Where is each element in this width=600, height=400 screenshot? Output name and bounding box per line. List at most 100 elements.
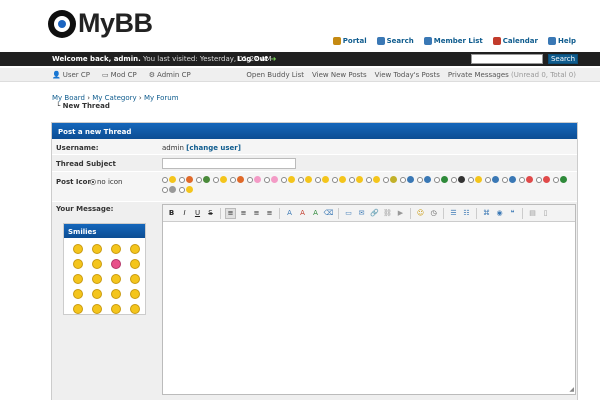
post-icon-option[interactable] xyxy=(281,176,295,183)
post-icon-radio[interactable] xyxy=(281,176,287,183)
post-icon-option[interactable] xyxy=(179,186,193,193)
quote-button[interactable]: ❝ xyxy=(507,208,518,219)
post-icon-option[interactable] xyxy=(519,176,533,183)
smiley-icon[interactable] xyxy=(73,274,83,284)
bullet-list-button[interactable]: ☰ xyxy=(448,208,459,219)
post-icon-option[interactable] xyxy=(502,176,516,183)
breadcrumb-category[interactable]: My Category xyxy=(92,94,136,102)
smiley-icon[interactable] xyxy=(92,289,102,299)
post-icon-radio[interactable] xyxy=(468,176,474,183)
post-icon-radio[interactable] xyxy=(366,176,372,183)
post-icon-radio[interactable] xyxy=(230,176,236,183)
no-icon-radio[interactable] xyxy=(90,179,96,185)
remove-format-button[interactable]: ⌫ xyxy=(323,208,334,219)
smiley-icon[interactable] xyxy=(111,274,121,284)
post-icon-radio[interactable] xyxy=(298,176,304,183)
smiley-icon[interactable] xyxy=(111,259,121,269)
font-button[interactable]: A xyxy=(284,208,295,219)
post-icon-radio[interactable] xyxy=(179,176,185,183)
ordered-list-button[interactable]: ☷ xyxy=(461,208,472,219)
source-button[interactable]: ▤ xyxy=(527,208,538,219)
smiley-icon[interactable] xyxy=(111,289,121,299)
post-icon-option[interactable] xyxy=(179,176,193,183)
align-left-button[interactable]: ≡ xyxy=(225,207,236,219)
php-button[interactable]: ◉ xyxy=(494,208,505,219)
post-icon-radio[interactable] xyxy=(383,176,389,183)
post-icon-radio[interactable] xyxy=(264,176,270,183)
post-icon-option[interactable] xyxy=(196,176,210,183)
toplink-help[interactable]: Help xyxy=(547,37,576,45)
post-icon-option[interactable] xyxy=(247,176,261,183)
post-icon-option[interactable] xyxy=(315,176,329,183)
smiley-icon[interactable] xyxy=(92,259,102,269)
italic-button[interactable]: I xyxy=(179,208,190,219)
user-cp-link[interactable]: 👤 User CP xyxy=(52,71,90,79)
align-center-button[interactable]: ≡ xyxy=(238,208,249,219)
smiley-icon[interactable] xyxy=(111,244,121,254)
smiley-button[interactable]: ☺ xyxy=(415,208,426,219)
post-icon-option[interactable] xyxy=(468,176,482,183)
post-icon-option[interactable] xyxy=(230,176,244,183)
post-icon-option[interactable] xyxy=(485,176,499,183)
view-new-posts-link[interactable]: View New Posts xyxy=(312,71,367,79)
toplink-search[interactable]: Search xyxy=(376,37,414,45)
post-icon-option[interactable] xyxy=(434,176,448,183)
color-button[interactable]: A xyxy=(310,208,321,219)
smiley-icon[interactable] xyxy=(130,274,140,284)
post-icon-option[interactable] xyxy=(383,176,397,183)
date-button[interactable]: ◷ xyxy=(428,208,439,219)
post-icon-option[interactable] xyxy=(298,176,312,183)
post-icon-radio[interactable] xyxy=(162,186,168,193)
toplink-calendar[interactable]: Calendar xyxy=(492,37,538,45)
post-icon-radio[interactable] xyxy=(536,176,542,183)
align-right-button[interactable]: ≡ xyxy=(251,208,262,219)
video-button[interactable]: ▶ xyxy=(395,208,406,219)
subject-input[interactable] xyxy=(162,158,296,169)
mod-cp-link[interactable]: ▭ Mod CP xyxy=(102,71,137,79)
smiley-icon[interactable] xyxy=(92,274,102,284)
post-icon-radio[interactable] xyxy=(349,176,355,183)
post-icon-option[interactable] xyxy=(162,176,176,183)
smiley-icon[interactable] xyxy=(130,304,140,314)
justify-button[interactable]: ≡ xyxy=(264,208,275,219)
post-icon-option[interactable] xyxy=(264,176,278,183)
post-icon-radio[interactable] xyxy=(213,176,219,183)
smiley-icon[interactable] xyxy=(73,304,83,314)
unlink-button[interactable]: ⛓ xyxy=(382,208,393,219)
resize-handle-icon[interactable]: ◢ xyxy=(569,386,574,393)
message-editor[interactable]: B I U S ≡ ≡ ≡ ≡ A A A ⌫ ▭ ✉ 🔗 ⛓ ▶ ☺ ◷ ☰ ☷ ⌘ ◉ ❝ ▤ ▯ ◢ xyxy=(162,204,576,395)
bold-button[interactable]: B xyxy=(166,208,177,219)
strike-button[interactable]: S xyxy=(205,208,216,219)
email-button[interactable]: ✉ xyxy=(356,208,367,219)
image-button[interactable]: ▭ xyxy=(343,208,354,219)
size-button[interactable]: A xyxy=(297,208,308,219)
post-icon-option[interactable] xyxy=(536,176,550,183)
post-icon-radio[interactable] xyxy=(451,176,457,183)
change-user-link[interactable]: [change user] xyxy=(186,144,241,152)
post-icon-radio[interactable] xyxy=(485,176,491,183)
search-button[interactable]: Search xyxy=(548,54,578,64)
admin-cp-link[interactable]: ⚙ Admin CP xyxy=(149,71,191,79)
post-icon-radio[interactable] xyxy=(332,176,338,183)
post-icon-option[interactable] xyxy=(553,176,567,183)
post-icon-radio[interactable] xyxy=(519,176,525,183)
post-icon-option[interactable] xyxy=(332,176,346,183)
post-icon-radio[interactable] xyxy=(502,176,508,183)
post-icon-radio[interactable] xyxy=(434,176,440,183)
post-icon-option[interactable] xyxy=(213,176,227,183)
toplink-member-list[interactable]: Member List xyxy=(423,37,483,45)
post-icon-radio[interactable] xyxy=(162,176,168,183)
code-button[interactable]: ⌘ xyxy=(481,208,492,219)
no-icon-option[interactable]: no icon xyxy=(90,178,122,186)
post-icon-option[interactable] xyxy=(451,176,465,183)
smiley-icon[interactable] xyxy=(92,244,102,254)
link-button[interactable]: 🔗 xyxy=(369,208,380,219)
maximize-button[interactable]: ▯ xyxy=(540,208,551,219)
post-icon-radio[interactable] xyxy=(400,176,406,183)
smiley-icon[interactable] xyxy=(130,289,140,299)
underline-button[interactable]: U xyxy=(192,208,203,219)
post-icon-radio[interactable] xyxy=(553,176,559,183)
smiley-icon[interactable] xyxy=(73,259,83,269)
toplink-portal[interactable]: Portal xyxy=(332,37,367,45)
post-icon-option[interactable] xyxy=(162,186,176,193)
